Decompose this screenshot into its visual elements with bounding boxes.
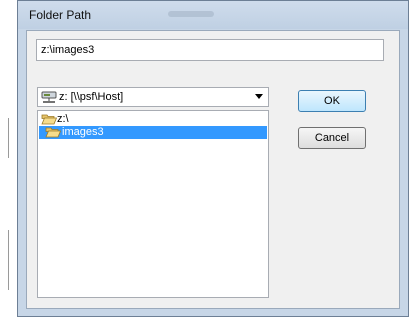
open-folder-icon: [45, 127, 61, 138]
folder-item-root[interactable]: z:\: [39, 113, 267, 126]
folder-item-label: images3: [62, 126, 104, 138]
dialog-title: Folder Path: [29, 8, 92, 22]
ok-button[interactable]: OK: [298, 90, 366, 112]
network-drive-icon: [41, 91, 57, 103]
folder-path-input[interactable]: z:\images3: [36, 39, 384, 61]
open-folder-icon: [41, 114, 57, 125]
cancel-button[interactable]: Cancel: [298, 127, 366, 149]
folder-item-images3[interactable]: images3: [39, 126, 267, 139]
faded-title-glyph: [168, 11, 214, 17]
folder-tree-list[interactable]: z:\ images3: [37, 110, 269, 298]
dialog-client-area: z:\images3 z: [\\psf\Host] z:\ images3 O…: [26, 30, 400, 309]
folder-item-label: z:\: [57, 113, 69, 125]
background-window-edge: [8, 230, 9, 290]
folder-path-dialog: Folder Path z:\images3 z: [\\psf\Host] z…: [17, 0, 409, 317]
title-bar[interactable]: Folder Path: [18, 1, 408, 29]
background-window-edge: [8, 118, 9, 158]
chevron-down-icon[interactable]: [255, 94, 263, 99]
drive-dropdown[interactable]: z: [\\psf\Host]: [37, 87, 269, 107]
drive-dropdown-value: z: [\\psf\Host]: [59, 91, 124, 103]
